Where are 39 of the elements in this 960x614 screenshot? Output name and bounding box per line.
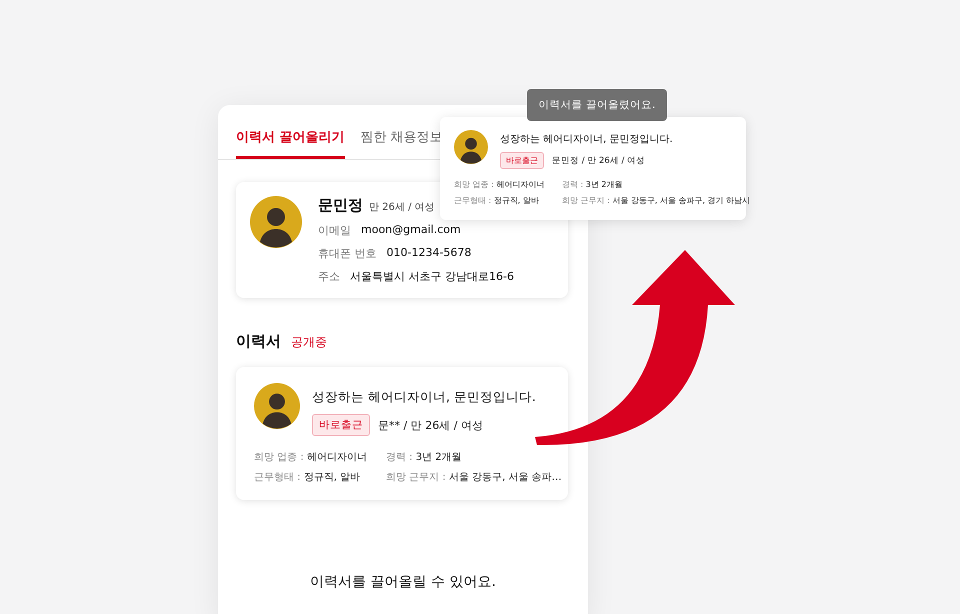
field-value: moon@gmail.com [361, 223, 461, 238]
section-title: 이력서 [236, 332, 281, 351]
field-value: 010-1234-5678 [386, 246, 472, 261]
status-badge: 바로출근 [500, 152, 544, 169]
section-status: 공개중 [291, 334, 327, 351]
detail-value: 서울 강동구, 서울 송파구, 경기 하남시 [612, 196, 750, 205]
detail-value: 서울 강동구, 서울 송파… [448, 472, 562, 483]
profile-name: 문민정 [318, 196, 363, 215]
avatar-icon [254, 383, 300, 429]
avatar-icon [250, 196, 302, 248]
detail-label: 희망 업종 : [454, 180, 494, 189]
detail-value: 3년 2개월 [586, 180, 623, 189]
detail-label: 근무형태 : [254, 472, 301, 483]
detail-label: 경력 : [562, 180, 584, 189]
detail-label: 희망 근무지 : [386, 472, 446, 483]
resume-summary: 문민정 / 만 26세 / 여성 [552, 154, 646, 166]
toast: 이력서를 끌어올렸어요. [527, 89, 667, 121]
avatar-icon [454, 130, 488, 164]
footer-text: 이력서를 끌어올릴 수 있어요. [309, 573, 497, 591]
detail-value: 헤어디자이너 [496, 180, 544, 189]
resume-title: 성장하는 헤어디자이너, 문민정입니다. [312, 389, 536, 406]
field-label: 이메일 [318, 223, 351, 238]
detail-value: 3년 2개월 [416, 452, 462, 463]
tab[interactable]: 찜한 채용정보 [360, 128, 443, 159]
detail-label: 희망 근무지 : [562, 196, 610, 205]
detail-value: 헤어디자이너 [306, 452, 367, 463]
field-label: 휴대폰 번호 [318, 246, 376, 261]
resume-title: 성장하는 헤어디자이너, 문민정입니다. [500, 133, 673, 146]
resume-summary: 문** / 만 26세 / 여성 [378, 418, 483, 432]
detail-label: 경력 : [386, 452, 413, 463]
tab[interactable]: 이력서 끌어올리기 [236, 128, 345, 159]
status-badge: 바로출근 [312, 414, 370, 436]
detail-value: 정규직, 알바 [304, 472, 360, 483]
detail-value: 정규직, 알바 [494, 196, 539, 205]
profile-age-gender: 만 26세 / 여성 [369, 201, 435, 214]
field-value: 서울특별시 서초구 강남대로16-6 [350, 269, 514, 284]
detail-label: 희망 업종 : [254, 452, 304, 463]
detail-label: 근무형태 : [454, 196, 492, 205]
field-label: 주소 [318, 269, 340, 284]
